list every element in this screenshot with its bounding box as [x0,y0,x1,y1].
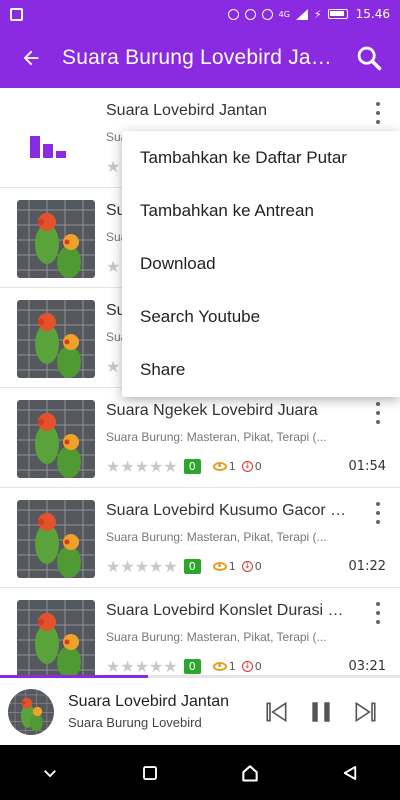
download-icon: ↓ [241,660,253,672]
nav-recents-button[interactable] [130,753,170,793]
system-nav-bar [0,745,400,800]
views-value: 1 [228,659,236,673]
sync-icon [244,8,256,20]
song-subtitle: Suara Burung: Masteran, Pikat, Terapi (.… [106,530,327,544]
now-playing-icon [30,118,80,158]
song-meta: ★★★★★ 0 1 ↓ 0 01:22 [106,556,386,576]
downloads-count: ↓0 [241,459,262,473]
download-icon: ↓ [241,460,253,472]
song-thumbnail[interactable] [17,300,95,378]
lovebird-image [17,200,95,278]
list-item[interactable]: Suara Ngekek Lovebird Juara Suara Burung:… [0,388,400,488]
back-triangle-icon [343,765,357,780]
song-title: Suara Lovebird Kusumo Gacor Ngekek [106,502,354,519]
views-count: 1 [212,559,236,573]
song-duration: 03:21 [348,658,386,674]
song-meta: ★★★★★ 0 1 ↓ 0 01:54 [106,456,386,476]
more-options-icon[interactable] [370,602,386,624]
context-menu: Tambahkan ke Daftar Putar Tambahkan ke An… [122,131,400,397]
menu-share[interactable]: Share [122,343,400,396]
song-duration: 01:22 [348,558,386,574]
more-options-icon[interactable] [370,402,386,424]
views-value: 1 [228,559,236,573]
song-thumbnail[interactable] [17,200,95,278]
rating-badge: 0 [183,558,201,574]
menu-add-to-playlist[interactable]: Tambahkan ke Daftar Putar [122,131,400,184]
mini-player[interactable]: Suara Lovebird Jantan Suara Burung Loveb… [0,678,400,745]
eye-icon [212,561,227,571]
song-title: Suara Lovebird Jantan [106,102,267,119]
song-subtitle: Suara Burung: Masteran, Pikat, Terapi (.… [106,630,327,644]
player-info[interactable]: Suara Lovebird Jantan Suara Burung Loveb… [68,693,264,730]
more-options-icon[interactable] [370,102,386,124]
hotspot-icon [227,8,239,20]
more-options-icon[interactable] [370,502,386,524]
song-meta: ★★★★★ 0 1 ↓ 0 03:21 [106,656,386,676]
downloads-count: ↓0 [241,559,262,573]
eye-icon [212,661,227,671]
lovebird-image [8,688,54,735]
player-controls [264,699,378,725]
downloads-value: 0 [254,459,262,473]
nav-back-button[interactable] [330,753,370,793]
menu-search-youtube[interactable]: Search Youtube [122,290,400,343]
skip-next-icon[interactable] [352,699,378,725]
search-button[interactable] [338,28,400,88]
lovebird-image [17,500,95,578]
views-count: 1 [212,659,236,673]
nav-home-button[interactable] [230,753,270,793]
views-value: 1 [228,459,236,473]
player-title: Suara Lovebird Jantan [68,693,229,710]
player-album-art[interactable] [8,688,54,735]
song-duration: 01:54 [348,458,386,474]
recents-icon [143,765,157,780]
menu-add-to-queue[interactable]: Tambahkan ke Antrean [122,184,400,237]
song-title: Suara Ngekek Lovebird Juara [106,402,318,419]
star-rating-icon[interactable]: ★★★★★ [106,557,178,576]
lovebird-image [17,600,95,675]
list-item[interactable]: Suara Lovebird Kusumo Gacor Ngekek Suara … [0,488,400,588]
eye-icon [212,461,227,471]
star-rating-icon[interactable]: ★★★★★ [106,657,178,676]
downloads-count: ↓0 [241,659,262,673]
app-bar: Suara Burung Lovebird Jantan [0,28,400,88]
rating-badge: 0 [183,658,201,674]
battery-icon [327,9,348,19]
star-rating-icon[interactable]: ★★★★★ [106,457,178,476]
player-subtitle: Suara Burung Lovebird [68,715,202,730]
views-count: 1 [212,459,236,473]
rating-badge: 0 [183,458,201,474]
nav-collapse-button[interactable] [30,753,70,793]
pause-icon[interactable] [308,699,334,725]
notification-icon [10,7,23,21]
charging-icon: ⚡ [313,7,322,21]
signal-icon [295,8,308,20]
song-subtitle: Suara Burung: Masteran, Pikat, Terapi (.… [106,430,327,444]
status-left [10,7,228,21]
skip-previous-icon[interactable] [264,699,290,725]
song-thumbnail[interactable] [17,400,95,478]
status-icons: 4G ⚡ 15.46 [227,7,390,21]
song-thumbnail[interactable] [17,500,95,578]
home-icon [242,764,258,782]
chevron-down-icon [44,769,56,777]
song-title: Suara Lovebird Konslet Durasi Panjang [106,602,354,619]
lovebird-image [17,400,95,478]
search-icon [357,46,382,71]
song-thumbnail[interactable] [17,600,95,675]
downloads-value: 0 [254,659,262,673]
lovebird-image [17,300,95,378]
menu-download[interactable]: Download [122,237,400,290]
list-item[interactable]: Suara Lovebird Konslet Durasi Panjang Sua… [0,588,400,675]
page-title: Suara Burung Lovebird Jantan [62,46,338,69]
back-button[interactable] [0,28,62,88]
arrow-left-icon [23,50,39,66]
downloads-value: 0 [254,559,262,573]
network-type: 4G [278,9,290,19]
status-time: 15.46 [355,7,390,21]
alarm-icon [261,8,273,20]
download-icon: ↓ [241,560,253,572]
status-bar: 4G ⚡ 15.46 [0,0,400,28]
